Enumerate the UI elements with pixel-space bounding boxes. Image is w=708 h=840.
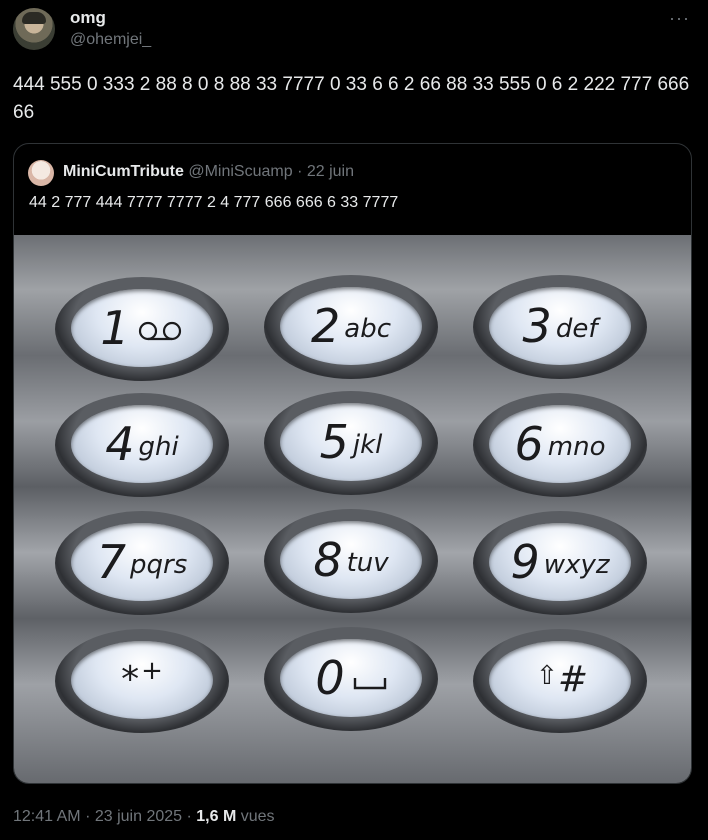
tweet-text: 444 555 0 333 2 88 8 0 8 88 33 7777 0 33…	[13, 74, 690, 123]
key-digit: 9	[510, 535, 540, 589]
footer-separator: ·	[186, 808, 197, 825]
views-label: vues	[240, 808, 275, 825]
post-date[interactable]: 23 juin 2025	[95, 808, 182, 825]
key-3: 3 def	[473, 275, 647, 379]
key-face: 9 wxyz	[489, 523, 631, 601]
key-face: 3 def	[489, 287, 631, 365]
key-letters: jkl	[352, 430, 383, 460]
key-face: 8 tuv	[280, 521, 422, 599]
tweet-footer: 12:41 AM · 23 juin 2025 · 1,6 M vues	[13, 808, 275, 826]
key-face: 0	[280, 639, 422, 717]
key-letters: ghi	[138, 432, 179, 462]
footer-separator: ·	[85, 808, 95, 825]
key-face: 7 pqrs	[71, 523, 213, 601]
star-icon: *	[121, 659, 140, 700]
key-8: 8 tuv	[264, 509, 438, 613]
quote-text: 44 2 777 444 7777 7777 2 4 777 666 666 6…	[29, 194, 399, 211]
key-face: 2 abc	[280, 287, 422, 365]
plus-icon: +	[141, 656, 163, 686]
key-face: 1	[71, 289, 213, 367]
quote-author-handle[interactable]: @MiniScuamp	[188, 163, 292, 180]
author-handle[interactable]: @ohemjei_	[70, 31, 151, 49]
key-4: 4 ghi	[55, 393, 229, 497]
key-face: 4 ghi	[71, 405, 213, 483]
key-1: 1	[55, 277, 229, 381]
key-digit: 0	[315, 651, 345, 705]
key-digit: 2	[310, 299, 341, 353]
key-6: 6 mno	[473, 393, 647, 497]
shift-icon: ⇧	[536, 661, 558, 691]
key-9: 9 wxyz	[473, 511, 647, 615]
hash-icon: #	[557, 659, 588, 700]
key-face: 5 jkl	[280, 403, 422, 481]
key-digit: 3	[522, 299, 552, 353]
author-name[interactable]: omg	[70, 8, 106, 28]
voicemail-icon	[138, 321, 181, 341]
key-letters: tuv	[346, 548, 389, 578]
key-digit: 4	[105, 417, 135, 471]
key-letters: wxyz	[543, 550, 610, 580]
key-face: 6 mno	[489, 405, 631, 483]
quote-header: MiniCumTribute @MiniScuamp · 22 juin	[63, 163, 354, 181]
quote-date[interactable]: 22 juin	[307, 163, 354, 180]
key-star: * +	[55, 629, 229, 733]
key-7: 7 pqrs	[55, 511, 229, 615]
key-letters: def	[555, 314, 598, 344]
keypad-image[interactable]: 1 2 abc 3 def 4 ghi 5 jkl 6 mno 7 pqrs 8…	[14, 235, 691, 783]
key-0: 0	[264, 627, 438, 731]
quoted-tweet[interactable]: MiniCumTribute @MiniScuamp · 22 juin 44 …	[13, 143, 692, 784]
views-count: 1,6 M	[196, 808, 237, 825]
author-avatar[interactable]	[13, 8, 55, 50]
key-hash: ⇧ #	[473, 629, 647, 733]
quote-separator: ·	[297, 163, 303, 180]
key-digit: 7	[96, 535, 127, 589]
key-5: 5 jkl	[264, 391, 438, 495]
key-digit: 1	[100, 301, 130, 355]
space-icon	[353, 678, 386, 690]
key-letters: mno	[547, 432, 606, 462]
quote-author-name[interactable]: MiniCumTribute	[63, 163, 184, 180]
key-2: 2 abc	[264, 275, 438, 379]
key-face: ⇧ #	[489, 641, 631, 719]
more-options-icon[interactable]: ···	[669, 8, 690, 29]
key-face: * +	[71, 641, 213, 719]
key-letters: pqrs	[130, 550, 188, 580]
key-digit: 5	[319, 415, 349, 469]
key-letters: abc	[344, 314, 391, 344]
quote-author-avatar[interactable]	[28, 160, 54, 186]
key-digit: 6	[514, 417, 544, 471]
key-digit: 8	[313, 533, 343, 587]
post-time[interactable]: 12:41 AM	[13, 808, 81, 825]
